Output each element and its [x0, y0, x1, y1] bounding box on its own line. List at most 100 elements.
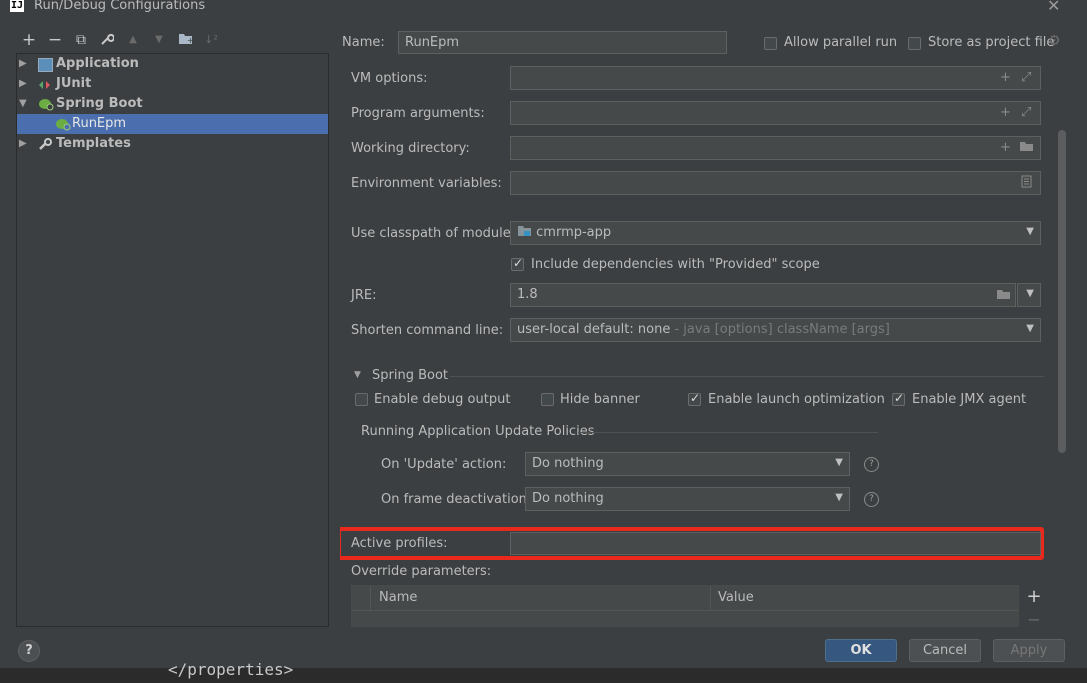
table-header: Name Value — [352, 586, 1018, 611]
tree-item-label: Templates — [56, 136, 131, 151]
config-form: VM options: + ⤢ Program arguments: + ⤢ W… — [340, 61, 1056, 627]
classpath-dropdown[interactable]: cmrmp-app ▼ — [510, 221, 1041, 245]
debug-output-checkbox[interactable] — [355, 393, 368, 406]
collapse-arrow-icon[interactable]: ▼ — [354, 370, 361, 380]
ok-button[interactable]: OK — [825, 639, 897, 662]
scrollbar-thumb[interactable] — [1058, 130, 1066, 453]
apply-button[interactable]: Apply — [993, 639, 1065, 662]
on-update-dropdown[interactable]: Do nothing ▼ — [525, 452, 850, 476]
column-divider — [710, 586, 711, 610]
close-icon[interactable]: ✕ — [1047, 0, 1060, 15]
configuration-tree[interactable]: ▶ Application ▶ JUnit ▼ Spring Boot RunE… — [16, 53, 329, 627]
jmx-agent-checkbox[interactable] — [892, 391, 905, 406]
column-divider — [370, 586, 371, 610]
expand-plus-icon[interactable]: + — [1000, 105, 1011, 120]
help-icon[interactable]: ? — [864, 457, 879, 472]
override-params-table[interactable]: Name Value — [351, 585, 1019, 627]
folder-icon[interactable]: + — [176, 32, 194, 48]
jre-label: JRE: — [351, 288, 377, 303]
remove-row-icon[interactable]: − — [1025, 612, 1043, 628]
folder-icon[interactable] — [996, 288, 1011, 304]
add-row-icon[interactable]: + — [1025, 585, 1043, 609]
expand-arrow-icon[interactable]: ▶ — [19, 134, 27, 154]
section-divider — [578, 432, 878, 433]
launch-optimization-label: Enable launch optimization — [708, 392, 885, 407]
copy-icon[interactable]: ⧉ — [72, 32, 90, 48]
name-field[interactable]: RunEpm — [398, 31, 727, 54]
tree-item-junit[interactable]: ▶ JUnit — [17, 74, 328, 94]
classpath-label: Use classpath of module: — [351, 226, 516, 241]
chevron-down-icon: ▼ — [1026, 288, 1034, 299]
on-frame-value: Do nothing — [532, 491, 604, 506]
active-profiles-field[interactable] — [510, 532, 1041, 555]
column-name-header[interactable]: Name — [379, 590, 417, 605]
name-label: Name: — [342, 35, 385, 50]
tree-item-spring-boot[interactable]: ▼ Spring Boot — [17, 94, 328, 114]
maximize-icon[interactable]: ⤢ — [1021, 70, 1031, 85]
on-frame-label: On frame deactivation: — [381, 492, 532, 507]
jre-dropdown-button[interactable]: ▼ — [1017, 283, 1041, 307]
shorten-dropdown[interactable]: user-local default: none - java [options… — [510, 318, 1041, 342]
expand-plus-icon[interactable]: + — [1000, 140, 1011, 155]
env-vars-field[interactable] — [510, 171, 1041, 195]
wrench-icon[interactable] — [98, 32, 116, 48]
window-title: Run/Debug Configurations — [34, 0, 206, 13]
column-value-header[interactable]: Value — [718, 590, 754, 605]
vm-options-label: VM options: — [351, 71, 428, 86]
chevron-down-icon: ▼ — [835, 492, 843, 503]
tree-item-runepm[interactable]: RunEpm — [17, 114, 328, 134]
vm-options-field[interactable]: + ⤢ — [510, 66, 1041, 90]
wrench-icon — [38, 138, 52, 150]
gear-icon[interactable]: ⚙ — [1048, 33, 1061, 49]
jre-field[interactable]: 1.8 — [510, 283, 1016, 307]
store-project-checkbox[interactable] — [908, 37, 921, 50]
remove-icon[interactable]: − — [46, 32, 64, 49]
working-dir-label: Working directory: — [351, 141, 470, 156]
help-button[interactable]: ? — [18, 640, 40, 662]
override-params-label: Override parameters: — [351, 564, 492, 579]
debug-output-label: Enable debug output — [374, 392, 511, 407]
spring-boot-icon — [38, 98, 54, 111]
jre-value: 1.8 — [517, 287, 538, 302]
sort-icon[interactable]: ↓² — [202, 32, 220, 48]
tree-item-application[interactable]: ▶ Application — [17, 54, 328, 74]
chevron-down-icon: ▼ — [1026, 323, 1034, 334]
add-icon[interactable]: + — [20, 32, 38, 49]
program-args-field[interactable]: + ⤢ — [510, 101, 1041, 125]
tree-item-templates[interactable]: ▶ Templates — [17, 134, 328, 154]
tree-item-label: Spring Boot — [56, 96, 143, 111]
active-profiles-label: Active profiles: — [351, 536, 448, 551]
svg-text:+: + — [187, 36, 193, 45]
move-up-icon[interactable]: ▲ — [124, 32, 142, 48]
collapse-arrow-icon[interactable]: ▼ — [19, 94, 27, 114]
env-vars-label: Environment variables: — [351, 176, 502, 191]
on-frame-dropdown[interactable]: Do nothing ▼ — [525, 487, 850, 511]
shorten-label: Shorten command line: — [351, 323, 504, 338]
include-deps-checkbox[interactable] — [511, 256, 524, 271]
launch-optimization-checkbox[interactable] — [688, 391, 701, 406]
help-icon[interactable]: ? — [864, 492, 879, 507]
classpath-value: cmrmp-app — [536, 225, 612, 240]
cancel-button[interactable]: Cancel — [909, 639, 981, 662]
allow-parallel-checkbox[interactable] — [764, 37, 777, 50]
module-folder-icon — [517, 225, 536, 240]
spring-boot-section-title[interactable]: Spring Boot — [372, 368, 448, 383]
document-icon[interactable] — [1021, 175, 1032, 192]
policies-title: Running Application Update Policies — [361, 424, 595, 439]
shorten-hint: - java [options] className [args] — [674, 322, 890, 337]
maximize-icon[interactable]: ⤢ — [1021, 105, 1031, 120]
working-dir-field[interactable]: + — [510, 136, 1041, 160]
move-down-icon[interactable]: ▼ — [150, 32, 168, 48]
intellij-icon: IJ — [10, 0, 24, 12]
hide-banner-checkbox[interactable] — [541, 393, 554, 406]
tree-item-label: JUnit — [56, 76, 92, 91]
shorten-value: user-local default: none — [517, 322, 671, 337]
include-deps-label: Include dependencies with "Provided" sco… — [531, 257, 820, 272]
spring-boot-icon — [55, 118, 71, 131]
expand-plus-icon[interactable]: + — [1000, 70, 1011, 85]
folder-icon[interactable] — [1019, 140, 1034, 156]
on-update-label: On 'Update' action: — [381, 457, 507, 472]
expand-arrow-icon[interactable]: ▶ — [19, 54, 27, 74]
expand-arrow-icon[interactable]: ▶ — [19, 74, 27, 94]
editor-background — [0, 668, 1087, 683]
